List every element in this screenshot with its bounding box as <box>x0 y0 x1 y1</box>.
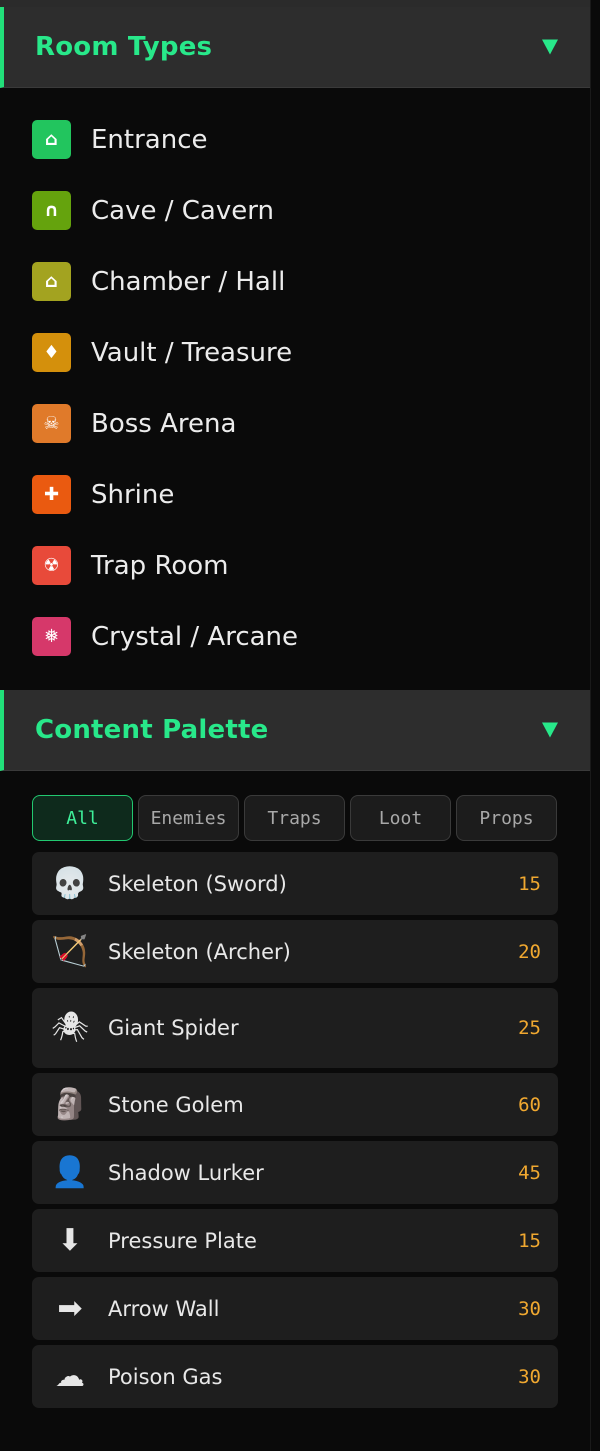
filter-tab-enemies[interactable]: Enemies <box>138 795 239 841</box>
room-types-title: Room Types <box>35 32 213 62</box>
palette-item-cost: 15 <box>518 872 541 895</box>
room-type-icon: ⌂ <box>32 262 71 301</box>
room-type-item[interactable]: ✚ Shrine <box>0 459 590 530</box>
palette-item-label: Pressure Plate <box>108 1228 257 1253</box>
room-type-item[interactable]: ☠ Boss Arena <box>0 388 590 459</box>
room-type-item[interactable]: ⌂ Entrance <box>0 104 590 175</box>
room-type-label: Cave / Cavern <box>91 195 274 226</box>
palette-item-cost: 25 <box>518 1017 541 1039</box>
filter-tabs: All Enemies Traps Loot Props <box>0 771 590 842</box>
moai-statue-icon: 🗿 <box>51 1086 89 1122</box>
room-type-label: Vault / Treasure <box>91 337 293 368</box>
down-arrow-icon: ⬇ <box>57 1222 83 1258</box>
room-type-label: Trap Room <box>91 550 229 581</box>
panel-top-strip <box>0 0 590 7</box>
palette-item-label: Giant Spider <box>108 1016 239 1040</box>
palette-item-label: Poison Gas <box>108 1364 223 1389</box>
palette-item[interactable]: ⬇ Pressure Plate 15 <box>32 1209 558 1272</box>
palette-item-cost: 30 <box>518 1365 541 1388</box>
side-panel: Room Types ⌂ Entrance ∩ Cave / Cavern ⌂ Chamb… <box>0 0 591 1451</box>
content-palette-header[interactable]: Content Palette <box>0 690 590 771</box>
content-palette-title: Content Palette <box>35 715 269 745</box>
palette-item-cost: 45 <box>518 1161 541 1184</box>
filter-tab-all[interactable]: All <box>32 795 133 841</box>
palette-item-label: Shadow Lurker <box>108 1160 264 1185</box>
room-type-label: Boss Arena <box>91 408 237 439</box>
palette-item-label: Skeleton (Archer) <box>108 939 291 964</box>
palette-item[interactable]: 🗿 Stone Golem 60 <box>32 1073 558 1136</box>
room-type-icon: ❅ <box>32 617 71 656</box>
room-type-item[interactable]: ☢ Trap Room <box>0 530 590 601</box>
skull-icon: 💀 <box>51 865 89 901</box>
room-type-icon: ⌂ <box>32 120 71 159</box>
spider-icon: 🕷 <box>51 1010 90 1045</box>
palette-item[interactable]: 💀 Skeleton (Sword) 15 <box>32 852 558 915</box>
room-types-header[interactable]: Room Types <box>0 7 590 88</box>
palette-item-label: Skeleton (Sword) <box>108 871 287 896</box>
right-arrow-icon: ➡ <box>57 1290 83 1326</box>
cloud-icon: ☁ <box>55 1358 85 1394</box>
filter-tab-props[interactable]: Props <box>456 795 557 841</box>
content-item-list: 💀 Skeleton (Sword) 15 🏹 Skeleton (Archer) 20 🕷… <box>0 842 590 1408</box>
chevron-down-icon[interactable] <box>542 722 558 738</box>
palette-item-label: Stone Golem <box>108 1092 244 1117</box>
palette-item-cost: 20 <box>518 940 541 963</box>
room-type-icon: ✚ <box>32 475 71 514</box>
palette-item[interactable]: ➡ Arrow Wall 30 <box>32 1277 558 1340</box>
room-type-icon: ☢ <box>32 546 71 585</box>
room-type-item[interactable]: ♦ Vault / Treasure <box>0 317 590 388</box>
palette-item-label: Arrow Wall <box>108 1296 220 1321</box>
room-type-label: Crystal / Arcane <box>91 621 299 652</box>
bow-arrow-icon: 🏹 <box>51 933 89 969</box>
palette-item-cost: 15 <box>518 1229 541 1252</box>
palette-item-cost: 30 <box>518 1297 541 1320</box>
chevron-down-icon[interactable] <box>542 39 558 55</box>
room-type-label: Shrine <box>91 479 175 510</box>
palette-item[interactable]: 👤 Shadow Lurker 45 <box>32 1141 558 1204</box>
filter-tab-traps[interactable]: Traps <box>244 795 345 841</box>
filter-tab-loot[interactable]: Loot <box>350 795 451 841</box>
silhouette-icon: 👤 <box>51 1154 89 1190</box>
room-type-list: ⌂ Entrance ∩ Cave / Cavern ⌂ Chamber / Hall ♦ V… <box>0 88 590 690</box>
room-type-item[interactable]: ⌂ Chamber / Hall <box>0 246 590 317</box>
room-type-item[interactable]: ❅ Crystal / Arcane <box>0 601 590 672</box>
room-type-icon: ♦ <box>32 333 71 372</box>
room-type-label: Entrance <box>91 124 208 155</box>
room-type-item[interactable]: ∩ Cave / Cavern <box>0 175 590 246</box>
room-type-icon: ☠ <box>32 404 71 443</box>
room-type-label: Chamber / Hall <box>91 266 286 297</box>
palette-item-cost: 60 <box>518 1093 541 1116</box>
room-type-icon: ∩ <box>32 191 71 230</box>
palette-item[interactable]: ☁ Poison Gas 30 <box>32 1345 558 1408</box>
palette-item[interactable]: 🕷 Giant Spider 25 <box>32 988 558 1068</box>
palette-item[interactable]: 🏹 Skeleton (Archer) 20 <box>32 920 558 983</box>
